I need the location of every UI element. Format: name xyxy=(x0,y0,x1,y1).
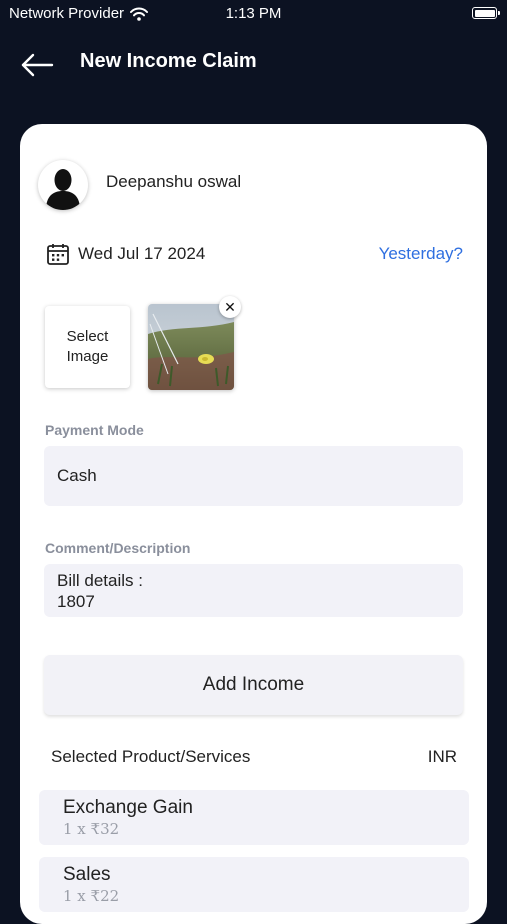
claim-form-card: Deepanshu oswal Wed Jul 17 2024 Yesterda… xyxy=(20,124,487,924)
remove-image-button[interactable]: ✕ xyxy=(219,296,241,318)
status-time: 1:13 PM xyxy=(225,5,282,22)
battery-icon xyxy=(472,7,500,19)
flower-photo xyxy=(148,304,234,390)
add-income-button[interactable]: Add Income xyxy=(44,655,463,715)
selected-products-title: Selected Product/Services xyxy=(51,747,251,766)
avatar xyxy=(38,160,88,210)
yesterday-link[interactable]: Yesterday? xyxy=(379,244,463,264)
back-arrow-icon xyxy=(21,53,54,77)
claim-date[interactable]: Wed Jul 17 2024 xyxy=(78,244,205,264)
payment-mode-label: Payment Mode xyxy=(45,422,144,438)
select-image-button[interactable]: Select Image xyxy=(45,306,130,388)
product-name: Exchange Gain xyxy=(63,797,193,818)
attached-image-thumbnail[interactable] xyxy=(148,304,234,390)
close-icon: ✕ xyxy=(224,298,236,315)
calendar-icon[interactable] xyxy=(46,242,70,266)
user-name: Deepanshu oswal xyxy=(106,172,242,191)
product-quantity: 1 x ₹22 xyxy=(63,887,120,905)
list-item[interactable]: Exchange Gain 1 x ₹32 xyxy=(39,790,469,845)
comment-label: Comment/Description xyxy=(45,540,191,556)
user-silhouette-icon xyxy=(46,169,80,210)
comment-field[interactable]: Bill details : 1807 xyxy=(44,564,463,617)
status-bar: Network Provider 1:13 PM xyxy=(0,0,507,28)
list-item[interactable]: Sales 1 x ₹22 xyxy=(39,857,469,912)
product-name: Sales xyxy=(63,864,111,885)
product-quantity: 1 x ₹32 xyxy=(63,820,120,838)
back-button[interactable] xyxy=(20,50,56,80)
page-title: New Income Claim xyxy=(80,50,257,72)
currency-label: INR xyxy=(427,747,457,766)
payment-mode-field[interactable]: Cash xyxy=(44,446,463,506)
